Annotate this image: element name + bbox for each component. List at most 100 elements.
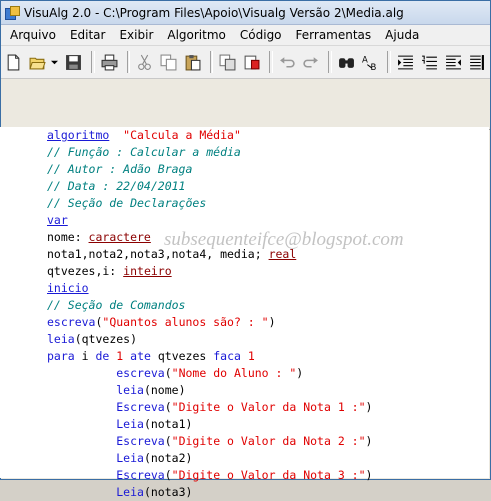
code-token: (nota3) [143, 485, 193, 499]
toolbar-separator [387, 51, 392, 73]
code-line[interactable]: // Data : 22/04/2011 [47, 178, 487, 195]
code-token: ate [130, 349, 151, 363]
code-token: nome: [47, 230, 89, 244]
menu-exibir[interactable]: Exibir [112, 26, 160, 44]
code-token: real [268, 247, 297, 261]
code-token: qtvezes [150, 349, 214, 363]
code-line[interactable]: Escreva("Digite o Valor da Nota 2 :") [47, 433, 487, 450]
redo-icon[interactable] [300, 51, 321, 73]
code-token: inicio [47, 281, 89, 295]
code-token: "Digite o Valor da Nota 2 :" [171, 434, 366, 448]
indent-icon[interactable] [395, 51, 416, 73]
code-token: (qtvezes) [74, 332, 138, 346]
code-token: ) [365, 400, 373, 414]
code-token: leia [116, 383, 144, 397]
menu-algoritmo[interactable]: Algoritmo [160, 26, 233, 44]
window-title: VisuAlg 2.0 - C:\Program Files\Apoio\Vis… [24, 5, 404, 20]
undo-icon[interactable] [277, 51, 298, 73]
code-token: "Digite o Valor da Nota 1 :" [171, 400, 366, 414]
copy-icon[interactable] [158, 51, 179, 73]
code-line[interactable]: leia(qtvezes) [47, 331, 487, 348]
code-line[interactable]: // Seção de Declarações [47, 195, 487, 212]
code-line[interactable]: // Função : Calcular a média [47, 144, 487, 161]
print-icon[interactable] [99, 51, 120, 73]
code-token: Leia [116, 451, 144, 465]
paste-icon[interactable] [182, 51, 203, 73]
code-token: nota1,nota2,nota3,nota4, media; [47, 247, 269, 261]
menu-editar[interactable]: Editar [63, 26, 113, 44]
code-token: qtvezes,i: [47, 264, 124, 278]
code-token: Escreva [116, 434, 165, 448]
svg-text:B: B [370, 62, 376, 70]
code-line[interactable]: leia(nome) [47, 382, 487, 399]
code-editor[interactable]: algoritmo "Calcula a Média"// Função : C… [0, 127, 489, 499]
code-line[interactable]: Leia(nota1) [47, 416, 487, 433]
numbered-list-icon[interactable] [419, 51, 440, 73]
visualg-app-icon [5, 5, 20, 20]
open-dropdown-icon[interactable] [50, 51, 59, 73]
code-line[interactable]: // Autor : Adão Braga [47, 161, 487, 178]
code-token: algoritmo [47, 128, 110, 142]
code-line[interactable]: Escreva("Digite o Valor da Nota 1 :") [47, 399, 487, 416]
new-file-icon[interactable] [3, 51, 24, 73]
code-line[interactable]: var [47, 212, 487, 229]
code-line[interactable]: inicio [47, 280, 487, 297]
code-line[interactable]: escreva("Nome do Aluno : ") [47, 365, 487, 382]
replace-icon[interactable]: AB [360, 51, 381, 73]
menu-ferramentas[interactable]: Ferramentas [289, 26, 379, 44]
toolbar-separator [209, 51, 214, 73]
code-token: // Seção de Comandos [47, 298, 186, 312]
code-token: 1 [247, 349, 255, 363]
code-token: faca [213, 349, 241, 363]
code-token: Leia [116, 417, 144, 431]
toolbar-panel [1, 79, 490, 130]
save-icon[interactable] [63, 51, 84, 73]
menu-arquivo[interactable]: Arquivo [3, 26, 63, 44]
code-token: "Quantos alunos são? : " [102, 315, 269, 329]
find-icon[interactable] [336, 51, 357, 73]
code-line[interactable]: algoritmo "Calcula a Média" [47, 127, 487, 144]
code-line[interactable]: nota1,nota2,nota3,nota4, media; real [47, 246, 487, 263]
code-line[interactable]: Leia(nota3) [47, 484, 487, 501]
code-line[interactable]: qtvezes,i: inteiro [47, 263, 487, 280]
toolbar: AB [1, 46, 490, 79]
code-token: escreva [116, 366, 165, 380]
code-token: var [47, 213, 68, 227]
code-area[interactable]: algoritmo "Calcula a Média"// Função : C… [47, 127, 487, 501]
menu-codigo[interactable]: Código [233, 26, 289, 44]
code-line[interactable]: escreva("Quantos alunos são? : ") [47, 314, 487, 331]
code-token: ) [268, 315, 276, 329]
paste-special-icon[interactable] [241, 51, 262, 73]
code-line[interactable]: // Seção de Comandos [47, 297, 487, 314]
code-token: leia [47, 332, 75, 346]
code-line[interactable]: Leia(nota2) [47, 450, 487, 467]
open-folder-icon[interactable] [27, 51, 48, 73]
code-token: // Seção de Declarações [47, 196, 207, 210]
code-token: ( [164, 366, 172, 380]
outdent-icon[interactable] [443, 51, 464, 73]
code-token: Escreva [116, 400, 165, 414]
code-token: "Nome do Aluno : " [171, 366, 297, 380]
code-line[interactable]: Escreva("Digite o Valor da Nota 3 :") [47, 467, 487, 484]
code-token: (nota1) [143, 417, 193, 431]
toolbar-separator [268, 51, 273, 73]
code-token: (nota2) [143, 451, 193, 465]
code-token: // Autor : Adão Braga [47, 162, 193, 176]
editor-gutter [0, 127, 44, 478]
code-token: i [74, 349, 96, 363]
toolbar-separator [328, 51, 333, 73]
menu-bar: Arquivo Editar Exibir Algoritmo Código F… [1, 25, 490, 46]
rightmost-icon[interactable] [466, 51, 487, 73]
cut-icon[interactable] [134, 51, 155, 73]
code-line[interactable]: nome: caractere [47, 229, 487, 246]
code-line[interactable]: para i de 1 ate qtvezes faca 1 [47, 348, 487, 365]
title-bar[interactable]: VisuAlg 2.0 - C:\Program Files\Apoio\Vis… [1, 1, 490, 25]
menu-ajuda[interactable]: Ajuda [378, 26, 426, 44]
copy-special-icon[interactable] [217, 51, 238, 73]
